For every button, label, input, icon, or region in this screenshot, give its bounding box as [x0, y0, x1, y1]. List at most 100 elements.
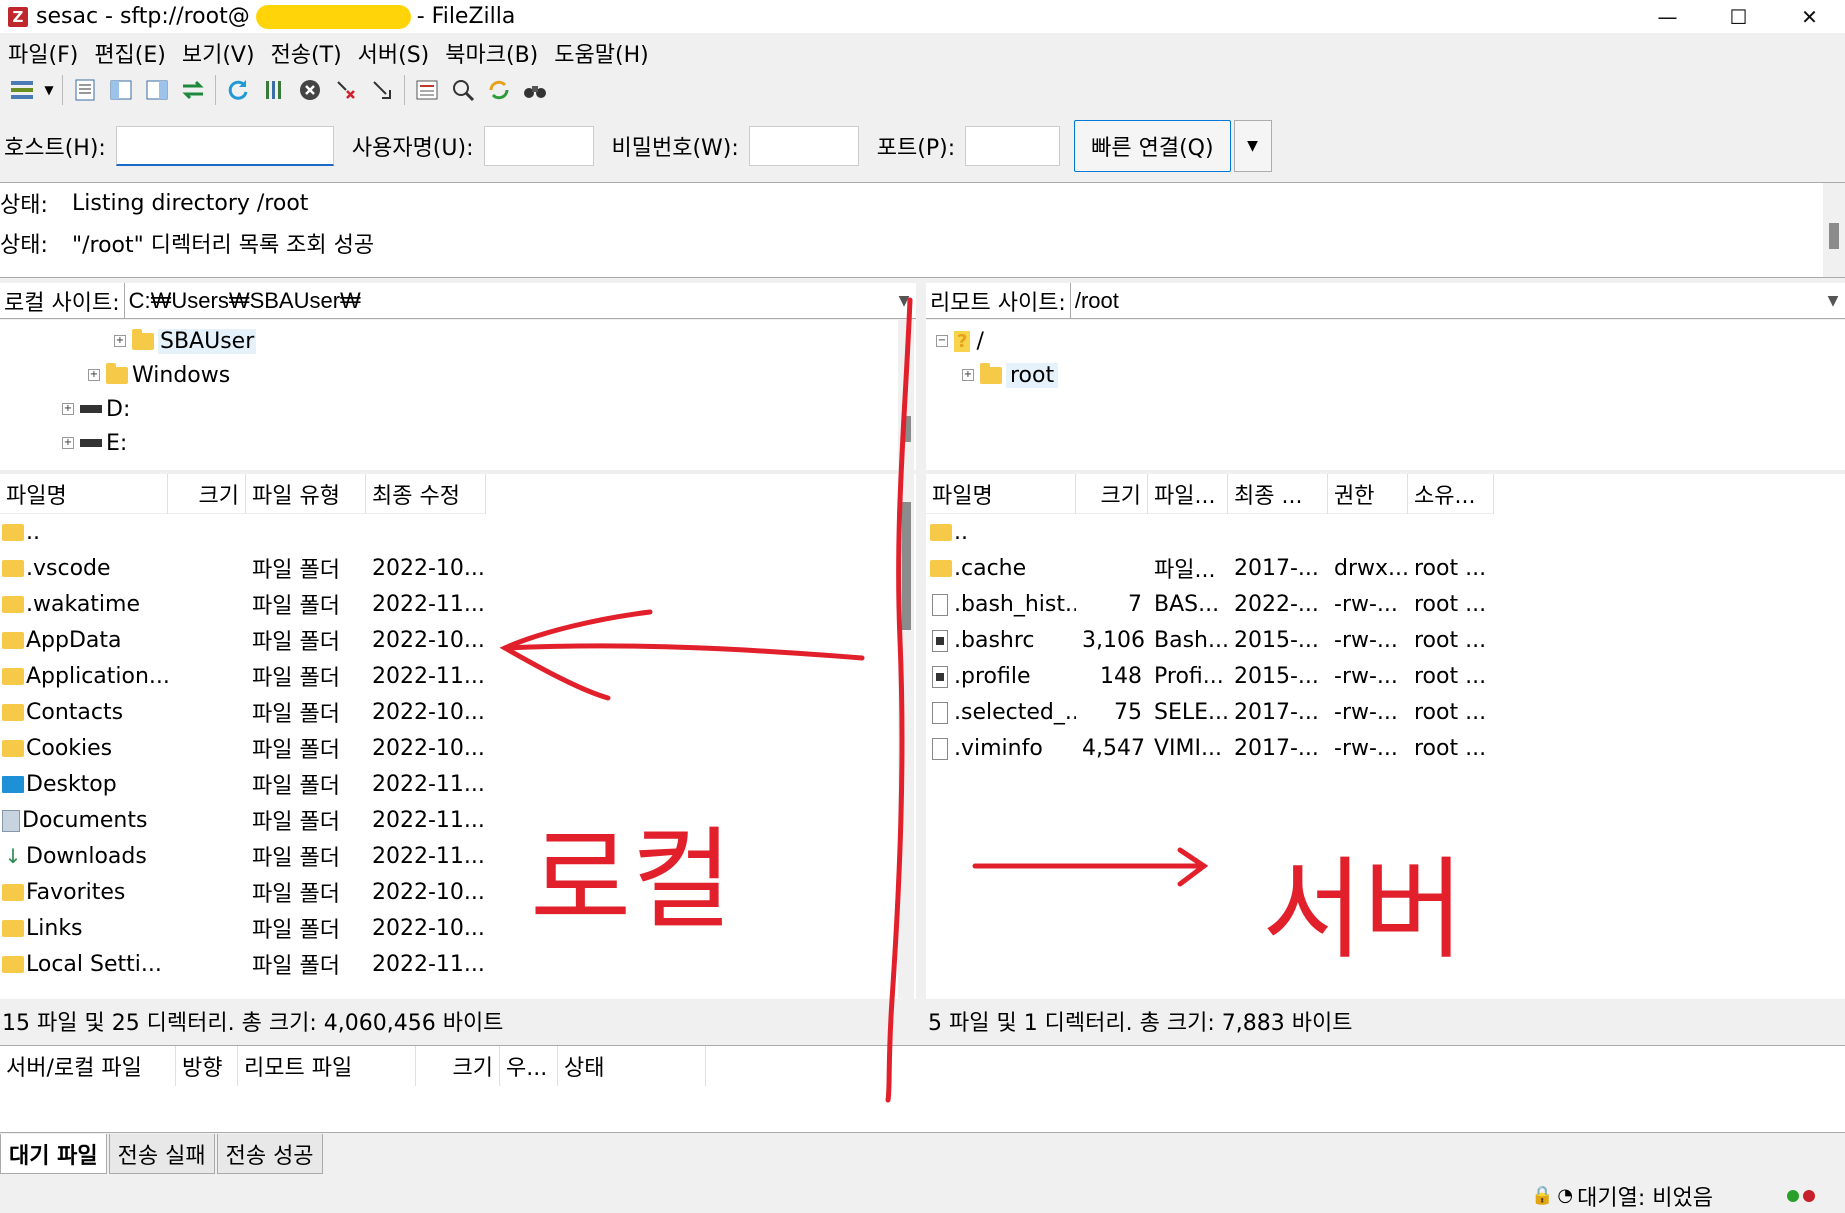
- column-direction[interactable]: 방향: [176, 1046, 238, 1086]
- expand-icon[interactable]: +: [114, 335, 126, 347]
- port-input[interactable]: [965, 126, 1061, 166]
- column-size[interactable]: 크기: [168, 474, 246, 514]
- expand-icon[interactable]: +: [62, 437, 74, 449]
- tab-failed-transfers[interactable]: 전송 실패: [108, 1134, 215, 1174]
- expand-icon[interactable]: +: [62, 403, 74, 415]
- chevron-down-icon[interactable]: ▼: [892, 293, 916, 309]
- menu-view[interactable]: 보기(V): [174, 37, 263, 69]
- transfer-queue[interactable]: 서버/로컬 파일 방향 리모트 파일 크기 우... 상태: [0, 1045, 1845, 1133]
- menu-transfer[interactable]: 전송(T): [263, 37, 350, 69]
- column-type[interactable]: 파일...: [1148, 474, 1228, 514]
- local-path-input[interactable]: C:₩Users₩SBAUser₩: [125, 288, 892, 314]
- message-log-toggle-icon[interactable]: [67, 73, 103, 107]
- minimize-button[interactable]: —: [1632, 0, 1703, 33]
- column-priority[interactable]: 우...: [500, 1046, 558, 1086]
- chevron-down-icon[interactable]: ▼: [1821, 293, 1845, 309]
- column-size[interactable]: 크기: [416, 1046, 500, 1086]
- host-input[interactable]: [115, 126, 334, 166]
- quickconnect-history-dropdown[interactable]: ▼: [1233, 120, 1272, 172]
- table-row[interactable]: .wakatime 파일 폴더 2022-11...: [0, 586, 486, 622]
- binoculars-search-icon[interactable]: [517, 73, 553, 107]
- table-row[interactable]: .selected_... 75 SELE... 2017-... -rw-... roo…: [926, 694, 1494, 730]
- table-row[interactable]: ↓ Downloads 파일 폴더 2022-11...: [0, 838, 486, 874]
- local-files-scrollbar[interactable]: [898, 474, 914, 999]
- folder-icon: [2, 956, 24, 973]
- cancel-operation-icon[interactable]: [292, 73, 328, 107]
- table-row[interactable]: Contacts 파일 폴더 2022-10...: [0, 694, 486, 730]
- column-filename[interactable]: 파일명: [926, 474, 1076, 514]
- synchronized-browsing-icon[interactable]: [481, 73, 517, 107]
- remote-file-header: 파일명 크기 파일... 최종 ... 권한 소유...: [926, 474, 1494, 514]
- table-row[interactable]: ..: [0, 514, 486, 550]
- table-row[interactable]: Desktop 파일 폴더 2022-11...: [0, 766, 486, 802]
- column-modified[interactable]: 최종 수정: [366, 474, 486, 514]
- directory-listing-filter-icon[interactable]: [409, 73, 445, 107]
- table-row[interactable]: Favorites 파일 폴더 2022-10...: [0, 874, 486, 910]
- log-scrollbar[interactable]: [1823, 183, 1845, 277]
- menu-help[interactable]: 도움말(H): [546, 37, 656, 69]
- column-server-local-file[interactable]: 서버/로컬 파일: [0, 1046, 176, 1086]
- speed-limit-icon[interactable]: ◔: [1557, 1185, 1573, 1206]
- menu-bookmarks[interactable]: 북마크(B): [437, 37, 546, 69]
- remote-path-input[interactable]: /root: [1071, 288, 1821, 314]
- table-row[interactable]: .viminfo 4,547 VIMI... 2017-... -rw-... root …: [926, 730, 1494, 766]
- local-tree-toggle-icon[interactable]: [103, 73, 139, 107]
- password-input[interactable]: [748, 126, 859, 166]
- table-row[interactable]: ..: [926, 514, 1494, 550]
- folder-icon: [2, 920, 24, 937]
- chevron-down-icon[interactable]: ▼: [40, 73, 58, 107]
- upload-led-icon: [1787, 1189, 1799, 1202]
- maximize-button[interactable]: ☐: [1703, 0, 1774, 33]
- collapse-icon[interactable]: −: [936, 335, 948, 347]
- table-row[interactable]: .bashrc 3,106 Bash... 2015-... -rw-... root .…: [926, 622, 1494, 658]
- close-button[interactable]: ✕: [1774, 0, 1845, 33]
- remote-tree-toggle-icon[interactable]: [139, 73, 175, 107]
- transfer-queue-toggle-icon[interactable]: [175, 73, 211, 107]
- table-row[interactable]: .profile 148 Profi... 2015-... -rw-... root .…: [926, 658, 1494, 694]
- column-size[interactable]: 크기: [1076, 474, 1148, 514]
- expand-icon[interactable]: +: [962, 369, 974, 381]
- table-row[interactable]: Links 파일 폴더 2022-10...: [0, 910, 486, 946]
- port-label: 포트(P):: [876, 136, 956, 161]
- tree-item[interactable]: − ? /: [936, 324, 984, 358]
- column-remote-file[interactable]: 리모트 파일: [238, 1046, 416, 1086]
- table-row[interactable]: Cookies 파일 폴더 2022-10...: [0, 730, 486, 766]
- table-row[interactable]: .bash_hist... 7 BAS... 2022-... -rw-... root …: [926, 586, 1494, 622]
- menu-edit[interactable]: 편집(E): [86, 37, 174, 69]
- expand-icon[interactable]: +: [88, 369, 100, 381]
- table-row[interactable]: Local Setti... 파일 폴더 2022-11...: [0, 946, 486, 982]
- refresh-icon[interactable]: [220, 73, 256, 107]
- process-queue-icon[interactable]: [256, 73, 292, 107]
- tree-item[interactable]: + SBAUser: [114, 324, 257, 358]
- column-modified[interactable]: 최종 ...: [1228, 474, 1328, 514]
- reconnect-icon[interactable]: [364, 73, 400, 107]
- menu-file[interactable]: 파일(F): [0, 37, 86, 69]
- quickconnect-button[interactable]: 빠른 연결(Q): [1074, 120, 1231, 172]
- local-tree-scrollbar[interactable]: [898, 320, 914, 470]
- table-row[interactable]: .vscode 파일 폴더 2022-10...: [0, 550, 486, 586]
- table-row[interactable]: Application... 파일 폴더 2022-11...: [0, 658, 486, 694]
- annotation-server-label: 서버: [1262, 846, 1465, 974]
- menu-bar: 파일(F) 편집(E) 보기(V) 전송(T) 서버(S) 북마크(B) 도움말…: [0, 36, 657, 70]
- column-type[interactable]: 파일 유형: [246, 474, 366, 514]
- tree-item[interactable]: + root: [962, 358, 1059, 392]
- column-status[interactable]: 상태: [558, 1046, 706, 1086]
- column-permissions[interactable]: 권한: [1328, 474, 1408, 514]
- disconnect-icon[interactable]: [328, 73, 364, 107]
- table-row[interactable]: .cache 파일... 2017-... drwx... root ...: [926, 550, 1494, 586]
- site-manager-icon[interactable]: [4, 73, 40, 107]
- column-owner[interactable]: 소유...: [1408, 474, 1494, 514]
- table-row[interactable]: Documents 파일 폴더 2022-11...: [0, 802, 486, 838]
- column-filename[interactable]: 파일명: [0, 474, 168, 514]
- table-row[interactable]: AppData 파일 폴더 2022-10...: [0, 622, 486, 658]
- script-icon: [932, 629, 948, 652]
- tree-item[interactable]: + Windows: [88, 358, 230, 392]
- menu-server[interactable]: 서버(S): [350, 37, 438, 69]
- directory-compare-icon[interactable]: [445, 73, 481, 107]
- tree-item[interactable]: + E:: [62, 426, 127, 460]
- message-log[interactable]: 상태: Listing directory /root 상태: "/root" …: [0, 182, 1845, 278]
- tree-item[interactable]: + D:: [62, 392, 130, 426]
- username-input[interactable]: [483, 126, 594, 166]
- tab-successful-transfers[interactable]: 전송 성공: [216, 1134, 323, 1174]
- tab-queued-files[interactable]: 대기 파일: [0, 1134, 107, 1174]
